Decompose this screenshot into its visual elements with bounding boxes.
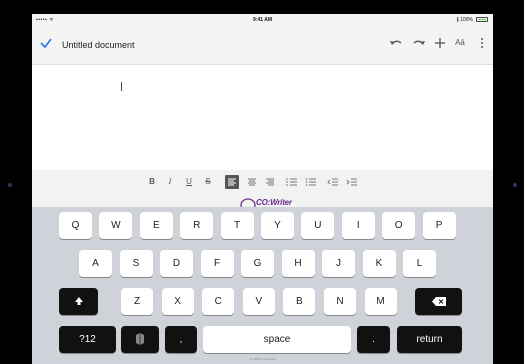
return-key[interactable]: return <box>397 326 462 353</box>
done-check-icon[interactable] <box>39 36 53 50</box>
align-right-icon[interactable] <box>263 175 277 189</box>
key-t[interactable]: T <box>220 212 254 239</box>
key-l[interactable]: L <box>403 250 436 277</box>
decrease-indent-icon[interactable] <box>326 175 340 189</box>
key-c[interactable]: C <box>202 288 235 315</box>
shift-arrow-icon <box>74 297 83 306</box>
key-g[interactable]: G <box>241 250 274 277</box>
status-bar: ••••• ᯤ 9:41 AM ∦ 100% <box>32 14 493 26</box>
underline-button[interactable]: U <box>182 175 196 189</box>
key-q[interactable]: Q <box>59 212 92 239</box>
bulleted-list-icon[interactable] <box>304 175 318 189</box>
key-m[interactable]: M <box>364 288 397 315</box>
key-y[interactable]: Y <box>261 212 294 239</box>
key-i[interactable]: I <box>341 212 375 239</box>
key-k[interactable]: K <box>362 250 396 277</box>
key-o[interactable]: O <box>382 212 416 239</box>
key-n[interactable]: N <box>324 288 356 315</box>
undo-icon[interactable] <box>387 34 405 52</box>
delete-key[interactable] <box>415 288 462 315</box>
strikethrough-button[interactable]: S <box>201 175 215 189</box>
key-w[interactable]: W <box>99 212 133 239</box>
key-d[interactable]: D <box>160 250 193 277</box>
document-body[interactable] <box>32 65 493 170</box>
text-format-icon[interactable]: Aā <box>451 34 469 52</box>
ipad-screen: ••••• ᯤ 9:41 AM ∦ 100% Untitled document… <box>32 14 493 364</box>
bold-button[interactable]: B <box>145 175 159 189</box>
comma-key[interactable]: , <box>165 326 197 353</box>
key-r[interactable]: R <box>180 212 214 239</box>
cowriter-name: CO:Writer <box>256 198 292 207</box>
align-left-icon[interactable] <box>225 175 239 189</box>
redo-icon[interactable] <box>410 34 428 52</box>
keyboard-hint: Co:Writer Universal <box>249 357 276 361</box>
period-key[interactable]: . <box>357 326 390 353</box>
battery-icon <box>476 17 488 22</box>
document-toolbar: Untitled document Aā <box>32 26 493 65</box>
key-u[interactable]: U <box>301 212 335 239</box>
key-h[interactable]: H <box>281 250 315 277</box>
shift-key[interactable] <box>59 288 98 315</box>
keyboard-switch-key[interactable] <box>121 326 159 353</box>
keyboard: QWERTYUIOP ASDFGHJKL ZXCVBNM ?12 , space .… <box>32 207 493 364</box>
key-b[interactable]: B <box>283 288 316 315</box>
key-j[interactable]: J <box>322 250 355 277</box>
text-cursor <box>121 82 122 91</box>
keyboard-switch-icon <box>136 333 144 346</box>
align-center-icon[interactable] <box>245 175 259 189</box>
insert-plus-icon[interactable] <box>431 34 449 52</box>
key-f[interactable]: F <box>200 250 234 277</box>
key-v[interactable]: V <box>242 288 275 315</box>
camera-dot-right <box>513 183 517 187</box>
key-p[interactable]: P <box>422 212 456 239</box>
camera-dot-left <box>8 183 12 187</box>
increase-indent-icon[interactable] <box>345 175 359 189</box>
key-x[interactable]: X <box>161 288 194 315</box>
numbered-list-icon[interactable] <box>285 175 299 189</box>
key-e[interactable]: E <box>139 212 173 239</box>
key-a[interactable]: A <box>79 250 112 277</box>
backspace-icon <box>431 296 446 306</box>
numbers-key[interactable]: ?12 <box>59 326 116 353</box>
formatting-bar: B I U S <box>32 170 493 194</box>
italic-button[interactable]: I <box>163 175 177 189</box>
key-z[interactable]: Z <box>121 288 153 315</box>
status-time: 9:41 AM <box>253 17 272 23</box>
document-title[interactable]: Untitled document <box>62 40 135 50</box>
space-key[interactable]: space <box>203 326 351 353</box>
more-options-icon[interactable] <box>473 34 491 52</box>
key-s[interactable]: S <box>119 250 153 277</box>
battery-percent: ∦ 100% <box>456 17 473 23</box>
